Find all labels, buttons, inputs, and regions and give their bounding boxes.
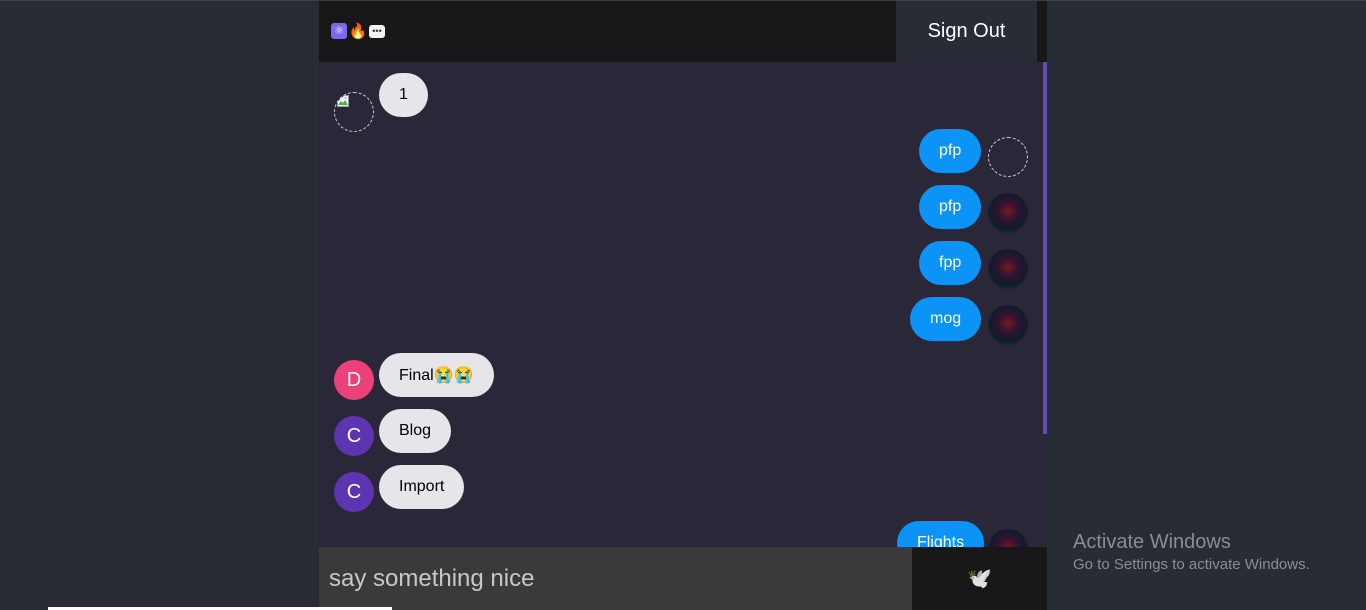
- message-item: C Import: [319, 465, 1047, 512]
- avatar-broken-image-icon: [334, 92, 374, 132]
- dove-icon: 🕊️: [967, 568, 992, 590]
- message-bubble: Import: [379, 465, 465, 509]
- chat-app: ⚛ 🔥 ••• Sign Out 1 pfp pfp fpp mog D Fin…: [319, 1, 1047, 610]
- message-bubble: pfp: [919, 185, 982, 229]
- message-bubble: Final😭😭: [379, 353, 494, 397]
- broken-image-icon: [337, 95, 349, 107]
- avatar-photo: [988, 249, 1028, 289]
- message-input[interactable]: [319, 547, 912, 610]
- message-bubble: pfp: [919, 129, 982, 173]
- avatar-photo: [988, 305, 1028, 345]
- message-item: D Final😭😭: [319, 353, 1047, 400]
- message-item: Flights: [319, 521, 1047, 547]
- scrollbar-thumb[interactable]: [1043, 62, 1047, 434]
- message-bubble: mog: [910, 297, 982, 341]
- watermark-subtitle: Go to Settings to activate Windows.: [1073, 556, 1310, 573]
- app-header: ⚛ 🔥 ••• Sign Out: [319, 1, 1037, 62]
- fire-icon: 🔥: [348, 22, 368, 40]
- message-bubble: 1: [379, 73, 428, 117]
- avatar-letter: C: [334, 472, 374, 512]
- message-item: 1: [319, 73, 1047, 132]
- avatar-broken-image-icon: [988, 137, 1028, 177]
- sign-out-button[interactable]: Sign Out: [896, 1, 1037, 62]
- app-logo: ⚛ 🔥 •••: [331, 22, 385, 40]
- message-item: C Blog: [319, 409, 1047, 456]
- avatar-letter: C: [334, 416, 374, 456]
- message-item: pfp: [319, 185, 1047, 233]
- message-item: pfp: [319, 129, 1047, 177]
- watermark-title: Activate Windows: [1073, 531, 1231, 553]
- speech-bubble-icon: •••: [369, 24, 385, 38]
- avatar-photo: [988, 529, 1028, 547]
- atom-icon: ⚛: [331, 23, 347, 39]
- avatar-letter: D: [334, 360, 374, 400]
- message-bubble: Flights: [897, 521, 985, 547]
- avatar-photo: [988, 193, 1028, 233]
- send-button[interactable]: 🕊️: [912, 547, 1047, 610]
- message-item: fpp: [319, 241, 1047, 289]
- message-bubble: fpp: [919, 241, 982, 285]
- message-item: mog: [319, 297, 1047, 345]
- message-composer: 🕊️: [319, 547, 1047, 610]
- message-bubble: Blog: [379, 409, 452, 453]
- activate-windows-watermark: Activate Windows Go to Settings to activ…: [1073, 531, 1310, 575]
- message-list[interactable]: 1 pfp pfp fpp mog D Final😭😭 C Blog C Imp…: [319, 62, 1047, 547]
- header-scrollbar-rail: [1037, 1, 1047, 62]
